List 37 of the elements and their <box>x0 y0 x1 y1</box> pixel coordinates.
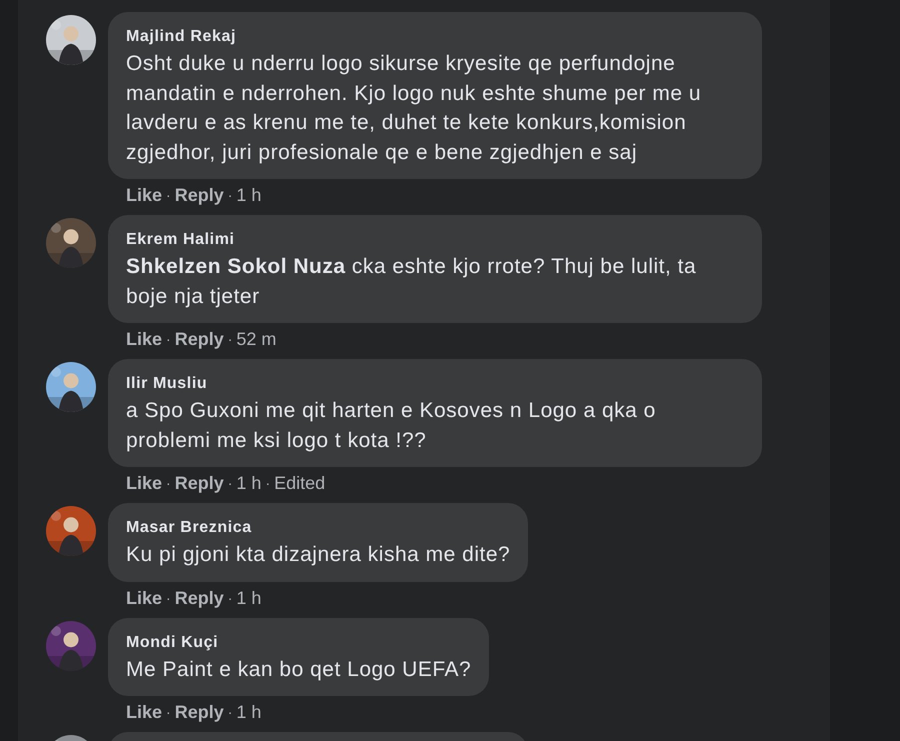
comment-text: Shkelzen Sokol Nuza cka eshte kjo rrote? Thuj be lulit, ta boje nja tjeter <box>126 254 698 310</box>
separator: · <box>166 474 171 493</box>
author-name[interactable]: Ekrem Halimi <box>126 228 744 252</box>
like-link[interactable]: Like <box>126 702 162 722</box>
timestamp[interactable]: 1 h <box>236 473 262 493</box>
reply-link[interactable]: Reply <box>174 588 224 608</box>
separator: · <box>228 330 232 349</box>
author-name[interactable]: Majlind Rekaj <box>126 25 744 49</box>
separator: · <box>166 186 171 205</box>
separator: · <box>166 330 171 349</box>
separator: · <box>166 588 171 608</box>
reply-link[interactable]: Reply <box>174 329 224 349</box>
reply-link[interactable]: Reply <box>174 185 224 205</box>
edited-label: Edited <box>274 473 326 493</box>
separator: · <box>166 703 171 722</box>
reply-link[interactable]: Reply <box>174 702 224 722</box>
timestamp[interactable]: 52 m <box>236 329 276 349</box>
like-link[interactable]: Like <box>126 588 162 608</box>
comment-text: Osht duke u nderru logo sikurse kryesite qe perfundojne mandatin e nderrohen. Kjo logo nuk eshte shume per me u lavderu e as krenu me te, duhet te kete konkurs,komision zgjedhor, juri profesionale qe e bene zgjedhjen e saj <box>126 51 702 166</box>
author-name[interactable]: Masar Breznica <box>126 516 510 540</box>
timestamp[interactable]: 1 h <box>236 588 262 608</box>
comment-text: Me Paint e kan bo qet Logo UEFA? <box>126 656 472 682</box>
separator: · <box>228 186 232 205</box>
separator: · <box>228 474 232 493</box>
comment-text: Ku pi gjoni kta dizajnera kisha me dite? <box>126 542 510 568</box>
separator: · <box>228 588 232 608</box>
comment-text: a Spo Guxoni me qit harten e Kosoves n Logo a qka o problemi me ksi logo t kota !?? <box>126 398 657 454</box>
author-name[interactable]: Mondi Kuçi <box>126 630 472 654</box>
separator: · <box>228 703 232 722</box>
reply-link[interactable]: Reply <box>174 473 224 493</box>
author-name[interactable]: Ilir Musliu <box>126 372 744 396</box>
like-link[interactable]: Like <box>126 329 162 349</box>
like-link[interactable]: Like <box>126 473 162 493</box>
timestamp[interactable]: 1 h <box>236 702 262 722</box>
separator: · <box>265 474 270 493</box>
timestamp[interactable]: 1 h <box>236 185 262 205</box>
like-link[interactable]: Like <box>126 185 162 205</box>
